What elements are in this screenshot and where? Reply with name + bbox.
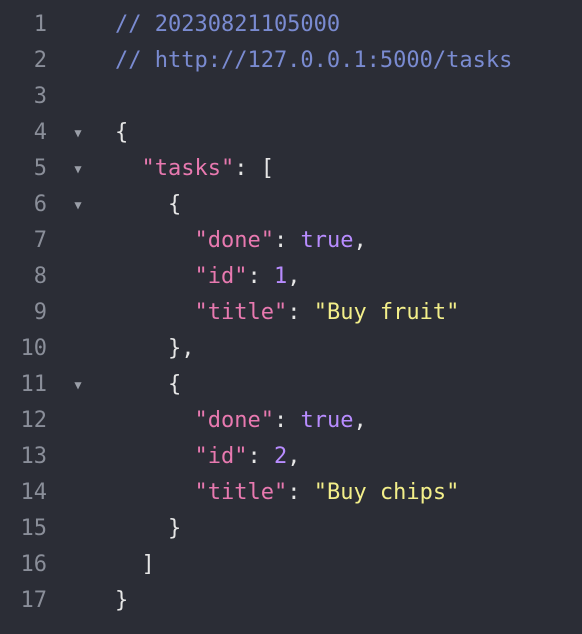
line-number: 11 [20,372,48,397]
code-line: 2 // http://127.0.0.1:5000/tasks [0,43,582,79]
line-number: 16 [20,552,48,577]
line-number: 14 [20,480,48,505]
code-text: "tasks": [ [115,151,274,187]
line-number: 15 [20,516,48,541]
line-number: 3 [33,84,47,109]
code-text: { [115,367,181,403]
code-token: } [115,588,129,613]
code-line: 8 "id": 1, [0,259,582,295]
code-token: : [273,228,301,253]
code-token: : [287,480,314,505]
code-token: // http://127.0.0.1:5000/tasks [115,48,513,73]
fold-toggle-icon[interactable]: ▼ [71,115,85,151]
code-text: // 20230821105000 [115,7,340,43]
code-line: 17} [0,583,582,619]
code-text: "done": true, [115,223,367,259]
code-token: "tasks" [141,156,235,181]
code-line: 12 "done": true, [0,403,582,439]
code-token: "done" [194,228,274,253]
line-number: 13 [20,444,48,469]
code-token: 2 [273,444,288,469]
code-text: // http://127.0.0.1:5000/tasks [115,43,512,79]
code-text: ] [115,547,155,583]
fold-toggle-icon[interactable]: ▼ [71,151,85,187]
line-number: 5 [33,156,47,181]
code-token: : [247,444,274,469]
code-token: : [273,408,301,433]
code-token: 1 [273,264,288,289]
code-text: { [115,115,128,151]
code-line: 7 "done": true, [0,223,582,259]
code-text: "title": "Buy fruit" [115,295,459,331]
code-line: 11 ▼ { [0,367,582,403]
line-number: 10 [20,336,48,361]
code-token: }, [115,336,195,361]
code-token: ] [115,552,155,577]
code-token: "id" [194,264,248,289]
code-token: { [115,192,182,217]
code-line: 14 "title": "Buy chips" [0,475,582,511]
line-number: 2 [33,48,47,73]
code-token: { [115,372,182,397]
json-viewer: 1 // 20230821105000 2 // http://127.0.0.1:5… [0,0,582,634]
code-token: true [300,228,354,253]
fold-toggle-icon[interactable]: ▼ [71,367,85,403]
code-text: { [115,187,181,223]
line-number: 8 [33,264,47,289]
code-token: true [300,408,354,433]
code-token: { [115,120,129,145]
code-line: 1 // 20230821105000 [0,7,582,43]
code-token: "title" [194,480,288,505]
code-token: , [287,444,301,469]
code-text: "done": true, [115,403,367,439]
line-number: 17 [20,588,48,613]
code-line: 9 "title": "Buy fruit" [0,295,582,331]
code-token: : [287,300,314,325]
code-line: 6 ▼ { [0,187,582,223]
fold-toggle-icon[interactable]: ▼ [71,187,85,223]
code-token: , [353,228,367,253]
code-line: 4 ▼ { [0,115,582,151]
code-text: "title": "Buy chips" [115,475,459,511]
line-number: 12 [20,408,48,433]
code-token: "id" [194,444,248,469]
code-text: } [115,583,128,619]
line-number: 7 [33,228,47,253]
code-line: 5 ▼ "tasks": [ [0,151,582,187]
code-line: 15 } [0,511,582,547]
code-line: 3 [0,79,582,115]
code-text: "id": 2, [115,439,300,475]
code-text: } [115,511,181,547]
code-token: // 20230821105000 [115,12,341,37]
code-token: "done" [194,408,274,433]
code-token: , [287,264,301,289]
code-token: "title" [194,300,288,325]
code-line: 13 "id": 2, [0,439,582,475]
code-token: , [353,408,367,433]
code-text: "id": 1, [115,259,300,295]
line-number: 6 [33,192,47,217]
code-token: : [ [234,156,274,181]
code-token: : [247,264,274,289]
code-line: 16 ] [0,547,582,583]
line-number: 1 [33,12,47,37]
code-line: 10 }, [0,331,582,367]
line-number: 9 [33,300,47,325]
code-token: "Buy fruit" [313,300,460,325]
line-number: 4 [33,120,47,145]
code-text: }, [115,331,195,367]
code-token: } [115,516,182,541]
code-token: "Buy chips" [313,480,460,505]
